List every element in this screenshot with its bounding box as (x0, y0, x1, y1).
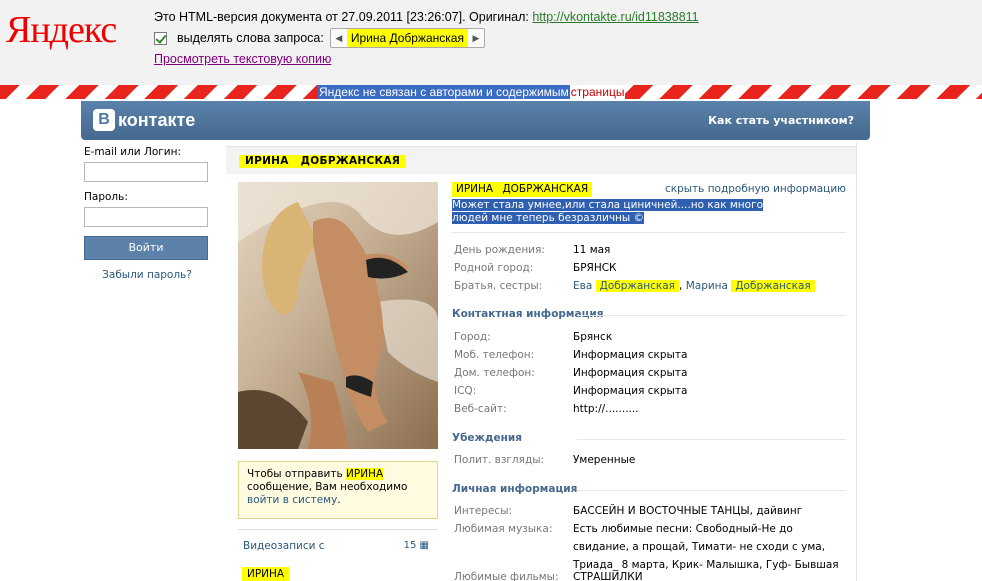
row-value: Информация скрыта (573, 385, 688, 397)
forgot-password-link[interactable]: Забыли пароль? (84, 269, 210, 281)
sibling-link-1[interactable]: Ева Добржанская (573, 280, 680, 292)
password-label: Пароль: (84, 191, 128, 203)
vk-logo-text: контакте (118, 109, 196, 130)
login-form: E-mail или Логин: Пароль: Войти Забыли п… (84, 146, 210, 281)
profile-content: ИРИНА ДОБРЖАНСКАЯ Чтобы отправить ИРИНА … (226, 142, 856, 581)
row-key: Любимые фильмы: (454, 571, 559, 581)
row-key: Моб. телефон: (454, 349, 535, 361)
hide-details-link[interactable]: скрыть подробную информацию (665, 183, 846, 195)
row-key: ICQ: (454, 385, 477, 397)
contact-section-title: Контактная информация (452, 308, 846, 320)
query-word: Ирина Добржанская (346, 29, 468, 47)
row-value: Информация скрыта (573, 349, 688, 361)
cache-info-line: Это HTML-версия документа от 27.09.2011 … (154, 10, 699, 24)
send-message-notice: Чтобы отправить ИРИНА сообщение, Вам нео… (238, 461, 438, 519)
sibling-first-name: Ева (573, 280, 593, 292)
next-arrow-icon[interactable]: ▶ (468, 33, 484, 44)
info-header-name: ИРИНА ДОБРЖАНСКАЯ (452, 182, 593, 197)
row-value: БАССЕЙН И ВОСТОЧНЫЕ ТАНЦЫ, дайвинг (573, 505, 803, 517)
notice-text-end: . (337, 494, 341, 506)
yandex-disclaimer: Яндекс не связан с авторами и содержимым… (318, 85, 626, 99)
music-value: Есть любимые песни: Свободный-Не до свид… (573, 523, 839, 571)
sibling-link-2[interactable]: Марина Добржанская (686, 280, 815, 292)
original-url-link[interactable]: http://vkontakte.ru/id11838811 (532, 10, 698, 24)
videos-label[interactable]: Видеозаписи с (243, 540, 325, 552)
videos-section[interactable]: Видеозаписи с 15 ▦ (238, 529, 438, 552)
row-key: Полит. взгляды: (454, 454, 545, 466)
notice-text-mid: сообщение, Вам необходимо (247, 481, 408, 493)
row-key: Город: (454, 331, 491, 343)
row-key: Родной город: (454, 262, 534, 274)
disclaimer-tail: страницы (569, 85, 626, 99)
profile-name-bar: ИРИНА ДОБРЖАНСКАЯ (226, 146, 856, 174)
yandex-cache-header: Яндекс Это HTML-версия документа от 27.0… (0, 0, 982, 85)
content-edge (856, 142, 857, 581)
row-value: Информация скрыта (573, 367, 688, 379)
row-value: Умеренные (573, 454, 636, 466)
highlight-checkbox[interactable] (154, 31, 167, 45)
prev-arrow-icon[interactable]: ◀ (331, 33, 347, 44)
row-key: Веб-сайт: (454, 403, 507, 415)
vk-logo-icon: В (93, 109, 115, 131)
notice-text-pre: Чтобы отправить (247, 468, 347, 480)
videos-count-number: 15 (403, 540, 417, 551)
highlight-row: выделять слова запроса: ◀ Ирина Добржанс… (154, 28, 485, 48)
profile-photo-image (238, 182, 438, 449)
row-key: Интересы: (454, 505, 513, 517)
vk-logo[interactable]: В контакте (93, 109, 195, 131)
videos-owner-name: ИРИНА (242, 567, 290, 581)
section-title-text: Убеждения (452, 432, 522, 444)
disclaimer-text: Яндекс не связан с авторами и содержимым (318, 85, 570, 99)
highlight-label: выделять слова запроса: (177, 31, 324, 45)
cache-info-text: Это HTML-версия документа от 27.09.2011 … (154, 10, 533, 24)
row-value: 11 мая (573, 244, 611, 256)
text-copy-link[interactable]: Просмотреть текстовую копию (154, 52, 331, 66)
query-word-navigator: ◀ Ирина Добржанская ▶ (329, 28, 485, 48)
row-key: День рождения: (454, 244, 545, 256)
row-value: БРЯНСК (573, 262, 617, 274)
notice-name: ИРИНА (346, 468, 384, 480)
row-value: Ева Добржанская, Марина Добржанская (573, 277, 815, 295)
row-key: Братья, сестры: (454, 280, 543, 292)
email-label: E-mail или Логин: (84, 146, 182, 158)
beliefs-section-title: Убеждения (452, 432, 846, 444)
sibling-last-name: Добржанская (731, 280, 815, 292)
divider (452, 232, 846, 233)
section-title-text: Личная информация (452, 483, 578, 495)
videos-count: 15 ▦ (404, 540, 429, 551)
row-key: Дом. телефон: (454, 367, 535, 379)
vk-top-bar: В контакте Как стать участником? (81, 101, 870, 140)
yandex-logo[interactable]: Яндекс (6, 9, 117, 51)
password-field[interactable] (84, 207, 208, 227)
row-key: Любимая музыка: (454, 523, 553, 535)
row-value: http://.......... (573, 403, 639, 415)
section-title-text: Контактная информация (452, 308, 604, 320)
profile-name: ИРИНА ДОБРЖАНСКАЯ (239, 155, 407, 168)
login-system-link[interactable]: войти в систему (247, 494, 337, 506)
profile-photo[interactable] (238, 182, 438, 449)
yandex-logo-text: Яндекс (6, 9, 117, 51)
sibling-separator: , (679, 280, 683, 292)
join-link[interactable]: Как стать участником? (708, 114, 854, 127)
row-value: СТРАШИЛКИ (573, 571, 643, 581)
status-text: Может стала умнее,или стала циничней....… (452, 199, 802, 225)
sibling-first-name: Марина (685, 280, 728, 292)
email-field[interactable] (84, 162, 208, 182)
sibling-last-name: Добржанская (595, 280, 680, 292)
status-text-value: Может стала умнее,или стала циничней....… (452, 199, 764, 224)
login-button[interactable]: Войти (84, 236, 208, 260)
video-icon: ▦ (419, 540, 429, 551)
personal-section-title: Личная информация (452, 483, 846, 495)
row-value: Брянск (573, 331, 613, 343)
